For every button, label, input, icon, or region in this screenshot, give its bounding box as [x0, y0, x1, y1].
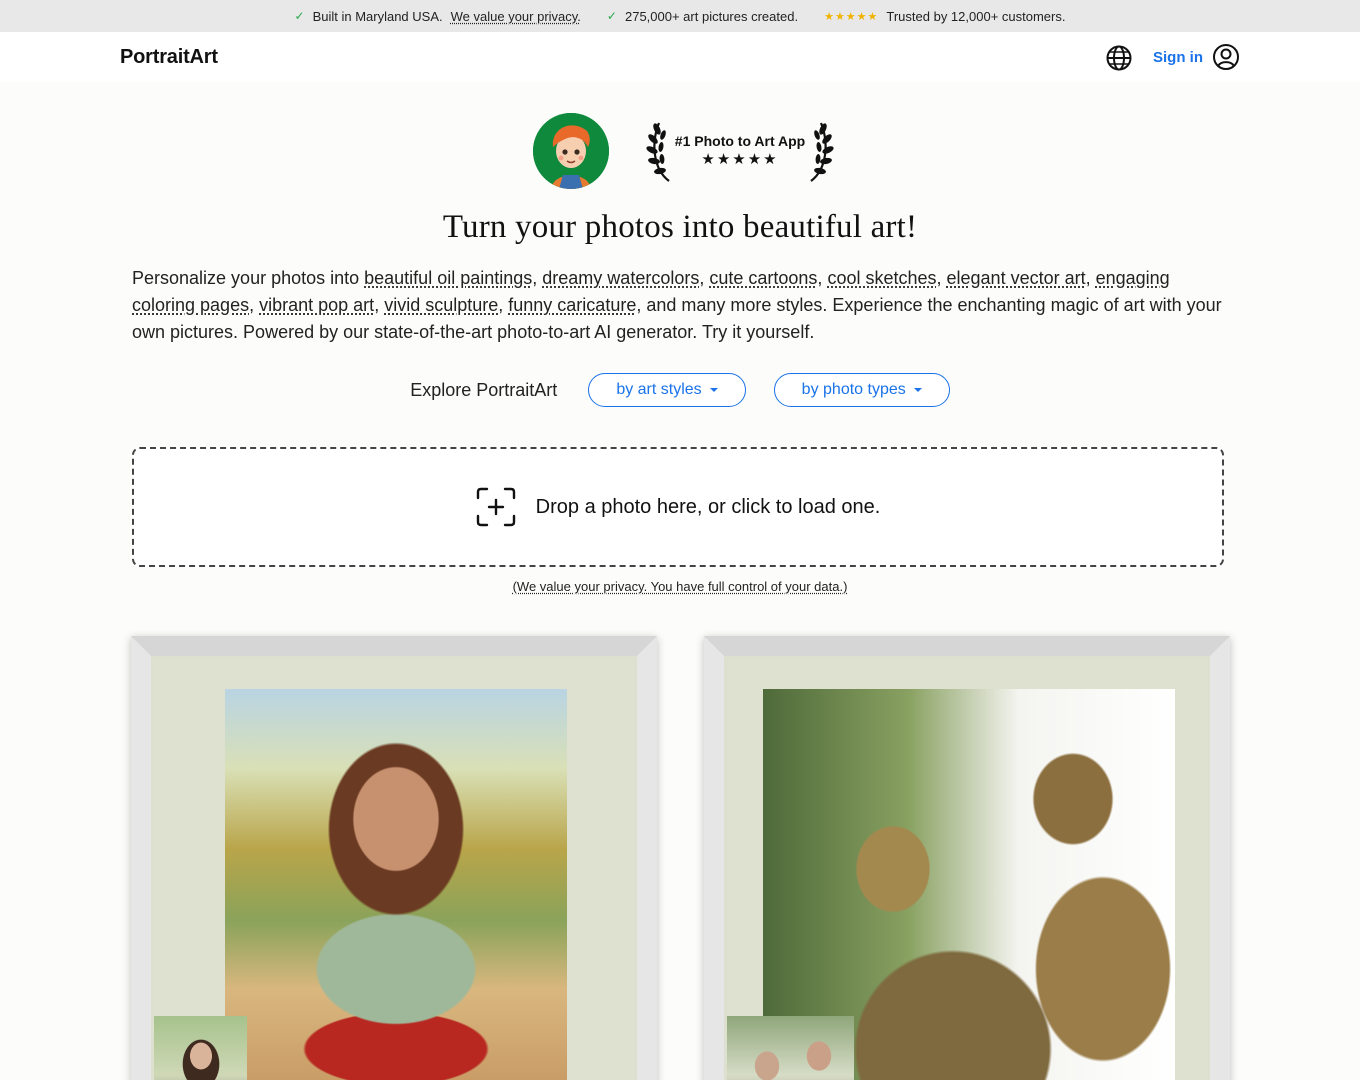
laurel-left-icon — [646, 122, 670, 182]
privacy-link[interactable]: We value your privacy. — [451, 9, 581, 24]
separator: , — [532, 268, 543, 288]
style-link-oil[interactable]: beautiful oil paintings — [364, 268, 532, 288]
original-photo-thumbnail — [154, 1016, 247, 1080]
photo-types-dropdown[interactable]: by photo types — [773, 373, 950, 407]
style-link-cartoon[interactable]: cute cartoons — [709, 268, 817, 288]
main-nav: PortraitArt Sign in — [0, 32, 1360, 82]
frame-mat-inner — [727, 659, 1207, 1080]
photo-drop-zone[interactable]: Drop a photo here, or click to load one. — [132, 447, 1224, 567]
frame-bevel — [131, 636, 657, 656]
caret-down-icon — [709, 388, 718, 392]
check-icon: ✓ — [606, 9, 617, 23]
frame-mat — [151, 656, 637, 1080]
gallery-frame-sculpture[interactable] — [704, 636, 1230, 1080]
cartoon-avatar — [533, 113, 609, 189]
separator: , — [374, 295, 385, 315]
photo-types-label: by photo types — [801, 381, 906, 398]
style-link-watercolor[interactable]: dreamy watercolors — [542, 268, 699, 288]
add-photo-icon — [476, 487, 515, 527]
trust-item-location: ✓ Built in Maryland USA. We value your p… — [295, 9, 581, 24]
laurel-right-icon — [810, 122, 834, 182]
frame-mat — [724, 656, 1210, 1080]
sign-in-link[interactable]: Sign in — [1153, 49, 1203, 66]
rating-stars-icon: ★★★★★ — [824, 10, 879, 23]
separator: , — [249, 295, 260, 315]
intro-paragraph: Personalize your photos into beautiful o… — [132, 265, 1228, 346]
trust-location-text: Built in Maryland USA. — [312, 8, 443, 24]
page-title: Turn your photos into beautiful art! — [442, 209, 918, 245]
drop-prompt: Drop a photo here, or click to load one. — [535, 495, 881, 518]
style-link-sculpture[interactable]: vivid sculpture — [384, 295, 498, 315]
award-stars-icon: ★★★★★ — [701, 150, 779, 168]
privacy-note: (We value your privacy. You have full co… — [0, 579, 1360, 594]
award-title: #1 Photo to Art App — [674, 132, 806, 149]
trust-item-count: ✓ 275,000+ art pictures created. — [607, 9, 798, 24]
style-link-vector[interactable]: elegant vector art — [947, 268, 1086, 288]
trust-rating-text: Trusted by 12,000+ customers. — [886, 8, 1066, 24]
check-icon: ✓ — [294, 9, 305, 23]
style-link-sketch[interactable]: cool sketches — [827, 268, 936, 288]
intro-lead: Personalize your photos into — [132, 268, 365, 288]
hero-badges: #1 Photo to Art App ★★★★★ — [0, 113, 1360, 189]
frame-mat-inner — [154, 659, 634, 1080]
explore-label: Explore PortraitArt — [410, 379, 558, 400]
style-link-caricature[interactable]: funny caricature — [508, 295, 636, 315]
separator: , — [699, 268, 710, 288]
user-icon[interactable] — [1212, 43, 1240, 71]
frame-bevel — [704, 636, 1230, 656]
art-styles-dropdown[interactable]: by art styles — [588, 373, 746, 407]
separator: , — [936, 268, 947, 288]
art-styles-label: by art styles — [616, 381, 702, 398]
separator: , — [498, 295, 509, 315]
oil-painting-artwork — [225, 689, 567, 1080]
logo[interactable]: PortraitArt — [120, 46, 218, 69]
caret-down-icon — [913, 388, 922, 392]
globe-icon[interactable] — [1105, 44, 1133, 72]
separator: , — [817, 268, 828, 288]
separator: , — [1085, 268, 1096, 288]
style-link-popart[interactable]: vibrant pop art — [259, 295, 374, 315]
privacy-note-link[interactable]: (We value your privacy. You have full co… — [513, 579, 848, 594]
trust-item-rating: ★★★★★ Trusted by 12,000+ customers. — [824, 9, 1065, 24]
original-photo-thumbnail — [727, 1016, 854, 1080]
award-badge: #1 Photo to Art App ★★★★★ — [645, 119, 835, 183]
gallery-frame-oil[interactable] — [131, 636, 657, 1080]
trust-bar: ✓ Built in Maryland USA. We value your p… — [0, 0, 1360, 32]
explore-row: Explore PortraitArt by art styles by pho… — [0, 373, 1360, 407]
trust-count-text: 275,000+ art pictures created. — [624, 8, 799, 24]
